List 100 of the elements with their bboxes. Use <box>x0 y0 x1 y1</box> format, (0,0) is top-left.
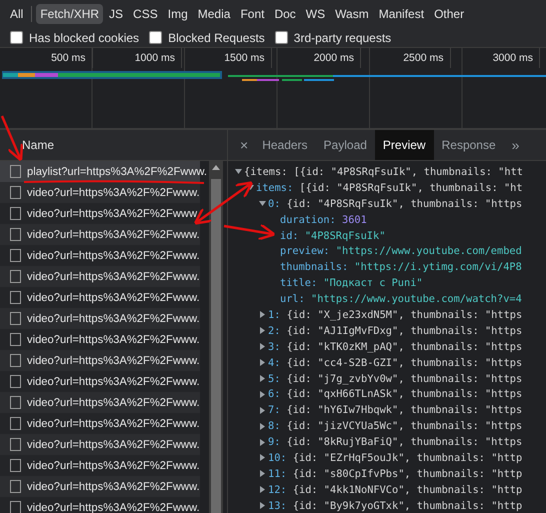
collapsed-arrow-icon[interactable] <box>258 406 266 414</box>
filter-button[interactable]: Wasm <box>331 4 373 24</box>
time-tick: 3000 ms <box>492 52 533 64</box>
checkbox[interactable] <box>274 31 288 44</box>
request-name: video?url=https%3A%2F%2Fwww. <box>27 354 200 366</box>
checkbox-label: Blocked Requests <box>168 30 265 44</box>
json-line: thumbnails: "https://i.ytimg.com/vi/4P8 <box>280 261 522 274</box>
more-tabs-button[interactable]: » <box>504 130 528 160</box>
time-tick: 500 ms <box>51 52 86 64</box>
collapsed-arrow-icon[interactable] <box>258 359 266 366</box>
request-name: video?url=https%3A%2F%2Fwww. <box>27 460 200 472</box>
file-icon <box>10 501 21 513</box>
request-row[interactable]: video?url=https%3A%2F%2Fwww. <box>0 287 200 308</box>
filter-button[interactable]: CSS <box>129 4 162 24</box>
collapsed-arrow-icon[interactable] <box>258 343 266 350</box>
filter-button[interactable]: Other <box>430 4 468 24</box>
collapsed-arrow-icon[interactable] <box>258 454 266 462</box>
request-name: video?url=https%3A%2F%2Fwww. <box>27 186 200 198</box>
json-line: 13: {id: "By9k7yoGTxk", thumbnails: "http <box>268 500 522 512</box>
filter-button[interactable]: Media <box>194 4 234 24</box>
request-name: video?url=https%3A%2F%2Fwww. <box>27 438 200 450</box>
tab[interactable]: Preview <box>374 130 434 160</box>
file-icon <box>10 459 21 472</box>
time-tick: 2000 ms <box>314 52 354 64</box>
file-icon <box>10 207 21 220</box>
file-icon <box>10 249 21 262</box>
collapsed-arrow-icon[interactable] <box>258 390 266 398</box>
filter-button[interactable]: Manifest <box>374 4 428 24</box>
filter-button[interactable]: All <box>6 4 28 24</box>
request-row[interactable]: video?url=https%3A%2F%2Fwww. <box>0 266 200 287</box>
filter-button[interactable]: JS <box>105 4 128 24</box>
json-line: duration: 3601 <box>280 214 367 226</box>
request-row[interactable]: video?url=https%3A%2F%2Fwww. <box>0 434 200 455</box>
checkbox[interactable] <box>10 31 23 44</box>
json-line: 6: {id: "qxH66TLnASk", thumbnails: "https <box>268 388 522 400</box>
request-name: video?url=https%3A%2F%2Fwww. <box>27 334 200 346</box>
request-row[interactable]: video?url=https%3A%2F%2Fwww. <box>0 308 200 329</box>
request-row[interactable]: video?url=https%3A%2F%2Fwww. <box>0 371 200 392</box>
request-row[interactable]: video?url=https%3A%2F%2Fwww. <box>0 476 200 497</box>
collapsed-arrow-icon[interactable] <box>258 486 266 494</box>
filter-button[interactable]: Doc <box>270 4 300 24</box>
json-line: 11: {id: "s80CpIfvPbs", thumbnails: "http <box>268 468 522 480</box>
file-icon <box>10 291 21 304</box>
collapsed-arrow-icon[interactable] <box>258 327 266 334</box>
filter-button[interactable]: Fetch/XHR <box>36 4 104 24</box>
scrollbar[interactable] <box>209 161 223 513</box>
collapsed-arrow-icon[interactable] <box>258 502 266 510</box>
request-name: video?url=https%3A%2F%2Fwww. <box>27 480 200 492</box>
tab[interactable]: Response <box>434 130 504 160</box>
time-tick: 2500 ms <box>403 52 444 64</box>
expanded-arrow-icon[interactable] <box>234 168 242 176</box>
file-icon <box>10 396 21 409</box>
checkbox-label: 3rd-party requests <box>294 30 392 44</box>
request-row[interactable]: video?url=https%3A%2F%2Fwww. <box>0 413 200 434</box>
filter-button[interactable]: Font <box>236 4 268 24</box>
request-row[interactable]: video?url=https%3A%2F%2Fwww. <box>0 350 200 371</box>
json-line: 7: {id: "hY6Iw7Hbqwk", thumbnails: "https <box>268 404 522 416</box>
request-row[interactable]: video?url=https%3A%2F%2Fwww. <box>0 455 200 476</box>
arrow-annotation <box>0 116 24 162</box>
time-tick: 1500 ms <box>224 52 264 64</box>
request-name: video?url=https%3A%2F%2Fwww. <box>27 418 200 430</box>
file-icon <box>10 270 21 283</box>
request-row[interactable]: video?url=https%3A%2F%2Fwww. <box>0 329 200 350</box>
file-icon <box>10 417 21 430</box>
request-row[interactable]: video?url=https%3A%2F%2Fwww. <box>0 203 200 224</box>
file-icon <box>10 186 21 199</box>
filter-button[interactable]: Img <box>164 4 192 24</box>
request-row[interactable]: video?url=https%3A%2F%2Fwww. <box>0 224 200 245</box>
request-name: video?url=https%3A%2F%2Fwww. <box>27 376 200 388</box>
json-line: 9: {id: "8kRujYBaFiQ", thumbnails: "https <box>268 436 522 448</box>
json-line: 3: {id: "kTK0zKM_pAQ", thumbnails: "https <box>268 340 522 353</box>
collapsed-arrow-icon[interactable] <box>258 470 266 478</box>
request-row[interactable]: video?url=https%3A%2F%2Fwww. <box>0 497 200 513</box>
file-icon <box>10 228 21 241</box>
file-icon <box>10 312 21 325</box>
request-name: playlist?url=https%3A%2F%2Fwww. <box>27 166 208 178</box>
json-line: 8: {id: "jizVCYUa5Wc", thumbnails: "https <box>268 420 522 432</box>
request-row[interactable]: video?url=https%3A%2F%2Fwww. <box>0 182 200 203</box>
collapsed-arrow-icon[interactable] <box>258 422 266 430</box>
checkbox[interactable] <box>149 31 162 44</box>
json-line: 4: {id: "cc4-S2B-GZI", thumbnails: "https <box>268 356 522 369</box>
request-name: video?url=https%3A%2F%2Fwww. <box>27 502 200 513</box>
json-line: 1: {id: "X_je23xdN5M", thumbnails: "https <box>268 308 522 321</box>
tab[interactable]: Payload <box>316 130 375 160</box>
request-row[interactable]: video?url=https%3A%2F%2Fwww. <box>0 245 200 266</box>
json-line: preview: "https://www.youtube.com/embed <box>280 245 522 258</box>
request-row[interactable]: video?url=https%3A%2F%2Fwww. <box>0 392 200 413</box>
expanded-arrow-icon[interactable] <box>258 200 266 208</box>
collapsed-arrow-icon[interactable] <box>258 311 266 318</box>
tab[interactable]: Headers <box>254 130 316 160</box>
json-line: 5: {id: "j7g_zvbYv0w", thumbnails: "https <box>268 372 522 385</box>
checkbox-label: Has blocked cookies <box>29 30 140 44</box>
file-icon <box>10 333 21 346</box>
close-button[interactable]: × <box>234 130 254 160</box>
collapsed-arrow-icon[interactable] <box>258 375 266 382</box>
column-header[interactable]: Name <box>22 138 54 152</box>
request-name: video?url=https%3A%2F%2Fwww. <box>27 270 200 282</box>
scroll-up-icon[interactable] <box>212 164 220 170</box>
filter-button[interactable]: WS <box>302 4 330 24</box>
collapsed-arrow-icon[interactable] <box>258 438 266 446</box>
